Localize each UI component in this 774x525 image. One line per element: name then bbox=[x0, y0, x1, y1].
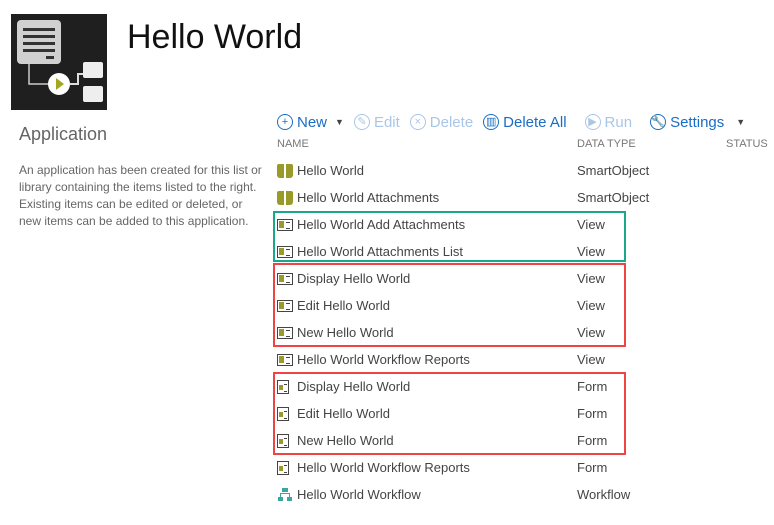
close-icon: × bbox=[409, 114, 426, 130]
run-button[interactable]: ▶ Run bbox=[584, 114, 632, 131]
item-name: Hello World Attachments bbox=[297, 190, 440, 205]
column-header-data-type[interactable]: DATA TYPE bbox=[577, 138, 636, 150]
highlight-box-red-forms bbox=[273, 372, 626, 455]
app-logo bbox=[11, 14, 107, 110]
column-header-name[interactable]: NAME bbox=[277, 138, 309, 150]
view-icon bbox=[277, 353, 293, 366]
item-name: Hello World Workflow bbox=[297, 487, 421, 502]
column-header-status[interactable]: STATUS bbox=[726, 138, 768, 150]
edit-button[interactable]: ✎ Edit bbox=[353, 114, 400, 131]
pencil-icon: ✎ bbox=[353, 114, 370, 130]
list-item[interactable]: Hello World Workflow Reports Form bbox=[277, 454, 757, 481]
workflow-icon bbox=[277, 487, 293, 502]
item-name: Hello World Workflow Reports bbox=[297, 460, 470, 475]
highlight-box-red-views bbox=[273, 263, 626, 347]
sidebar-heading: Application bbox=[19, 124, 108, 144]
settings-button[interactable]: 🔧 Settings bbox=[650, 114, 724, 131]
smartobject-icon bbox=[277, 190, 293, 205]
list-item[interactable]: Hello World Workflow Workflow bbox=[277, 481, 757, 508]
form-icon bbox=[277, 460, 289, 475]
item-data-type: View bbox=[577, 352, 605, 367]
plus-icon: + bbox=[277, 114, 293, 130]
item-data-type: SmartObject bbox=[577, 163, 650, 178]
item-name: Hello World Workflow Reports bbox=[297, 352, 470, 367]
new-button[interactable]: + New bbox=[277, 114, 327, 131]
item-data-type: SmartObject bbox=[577, 190, 650, 205]
highlight-box-green bbox=[273, 211, 626, 262]
list-item[interactable]: Hello World SmartObject bbox=[277, 157, 757, 184]
sidebar-description: An application has been created for this… bbox=[19, 163, 262, 228]
trash-icon: ▥ bbox=[483, 114, 500, 130]
wrench-icon: 🔧 bbox=[650, 114, 667, 130]
new-dropdown-chevron-down-icon[interactable]: ▼ bbox=[335, 117, 344, 127]
settings-chevron-down-icon[interactable]: ▼ bbox=[736, 117, 745, 127]
item-data-type: Form bbox=[577, 460, 608, 475]
list-item[interactable]: Hello World Workflow Reports View bbox=[277, 346, 757, 373]
page-title: Hello World bbox=[127, 18, 303, 56]
delete-all-button[interactable]: ▥ Delete All bbox=[483, 114, 567, 131]
smartobject-icon bbox=[277, 163, 293, 178]
toolbar: + New ▼ ✎ Edit × Delete ▥ Delete All ▶ Run 🔧 S… bbox=[277, 111, 755, 133]
play-icon: ▶ bbox=[584, 114, 601, 130]
delete-button[interactable]: × Delete bbox=[409, 114, 473, 131]
list-item[interactable]: Hello World Attachments SmartObject bbox=[277, 184, 757, 211]
item-data-type: Workflow bbox=[577, 487, 631, 502]
item-name: Hello World bbox=[297, 163, 364, 178]
